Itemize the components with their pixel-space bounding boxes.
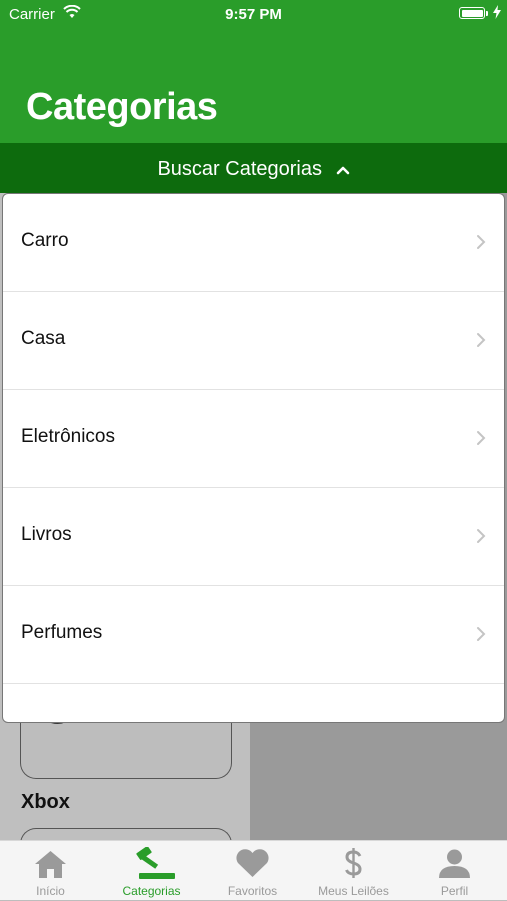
gavel-icon xyxy=(136,847,175,879)
search-categories-toggle[interactable]: Buscar Categorias xyxy=(0,143,507,193)
battery-icon xyxy=(459,7,485,19)
tab-perfil[interactable]: Perfil xyxy=(404,841,505,901)
category-label: Livros xyxy=(21,524,72,545)
category-row-partial[interactable] xyxy=(3,684,504,722)
category-row-carro[interactable]: Carro xyxy=(3,194,504,292)
home-icon xyxy=(35,851,66,878)
category-label: Eletrônicos xyxy=(21,426,115,447)
category-row-perfumes[interactable]: Perfumes xyxy=(3,586,504,684)
battery-tip xyxy=(486,11,488,16)
categories-dropdown: Carro Casa Eletrônicos Livros Perfumes xyxy=(2,193,505,723)
tab-label: Meus Leilões xyxy=(318,884,389,898)
tab-label: Favoritos xyxy=(227,884,278,898)
tab-categorias[interactable]: Categorias xyxy=(101,841,202,901)
nav-header: Categorias xyxy=(0,28,507,143)
category-label: Perfumes xyxy=(21,622,103,643)
status-bar: Carrier 9:57 PM xyxy=(0,0,507,28)
category-row-casa[interactable]: Casa xyxy=(3,292,504,390)
tab-label: Categorias xyxy=(122,884,181,898)
category-label: Casa xyxy=(21,328,66,349)
charging-icon xyxy=(493,5,501,24)
page-title: Categorias xyxy=(26,86,218,128)
category-row-livros[interactable]: Livros xyxy=(3,488,504,586)
clock: 9:57 PM xyxy=(225,6,282,23)
tab-label: Perfil xyxy=(440,884,469,898)
tab-meus-leiloes[interactable]: Meus Leilões xyxy=(303,841,404,901)
tab-inicio[interactable]: Início xyxy=(0,841,101,901)
dollar-icon xyxy=(345,848,362,878)
chevron-right-icon xyxy=(477,235,486,249)
chevron-right-icon xyxy=(477,529,486,543)
tab-favoritos[interactable]: Favoritos xyxy=(202,841,303,901)
category-label: Carro xyxy=(21,230,69,251)
chevron-right-icon xyxy=(477,333,486,347)
category-row-eletronicos[interactable]: Eletrônicos xyxy=(3,390,504,488)
heart-icon xyxy=(236,849,269,877)
person-icon xyxy=(439,849,470,878)
chevron-right-icon xyxy=(477,431,486,445)
product-title-xbox[interactable]: Xbox xyxy=(21,791,70,814)
tab-label: Início xyxy=(36,884,65,898)
chevron-up-icon xyxy=(336,166,349,175)
chevron-right-icon xyxy=(477,627,486,641)
tab-bar: Início Categorias Favoritos Meus Leilões… xyxy=(0,840,507,900)
search-categories-label: Buscar Categorias xyxy=(157,158,322,180)
